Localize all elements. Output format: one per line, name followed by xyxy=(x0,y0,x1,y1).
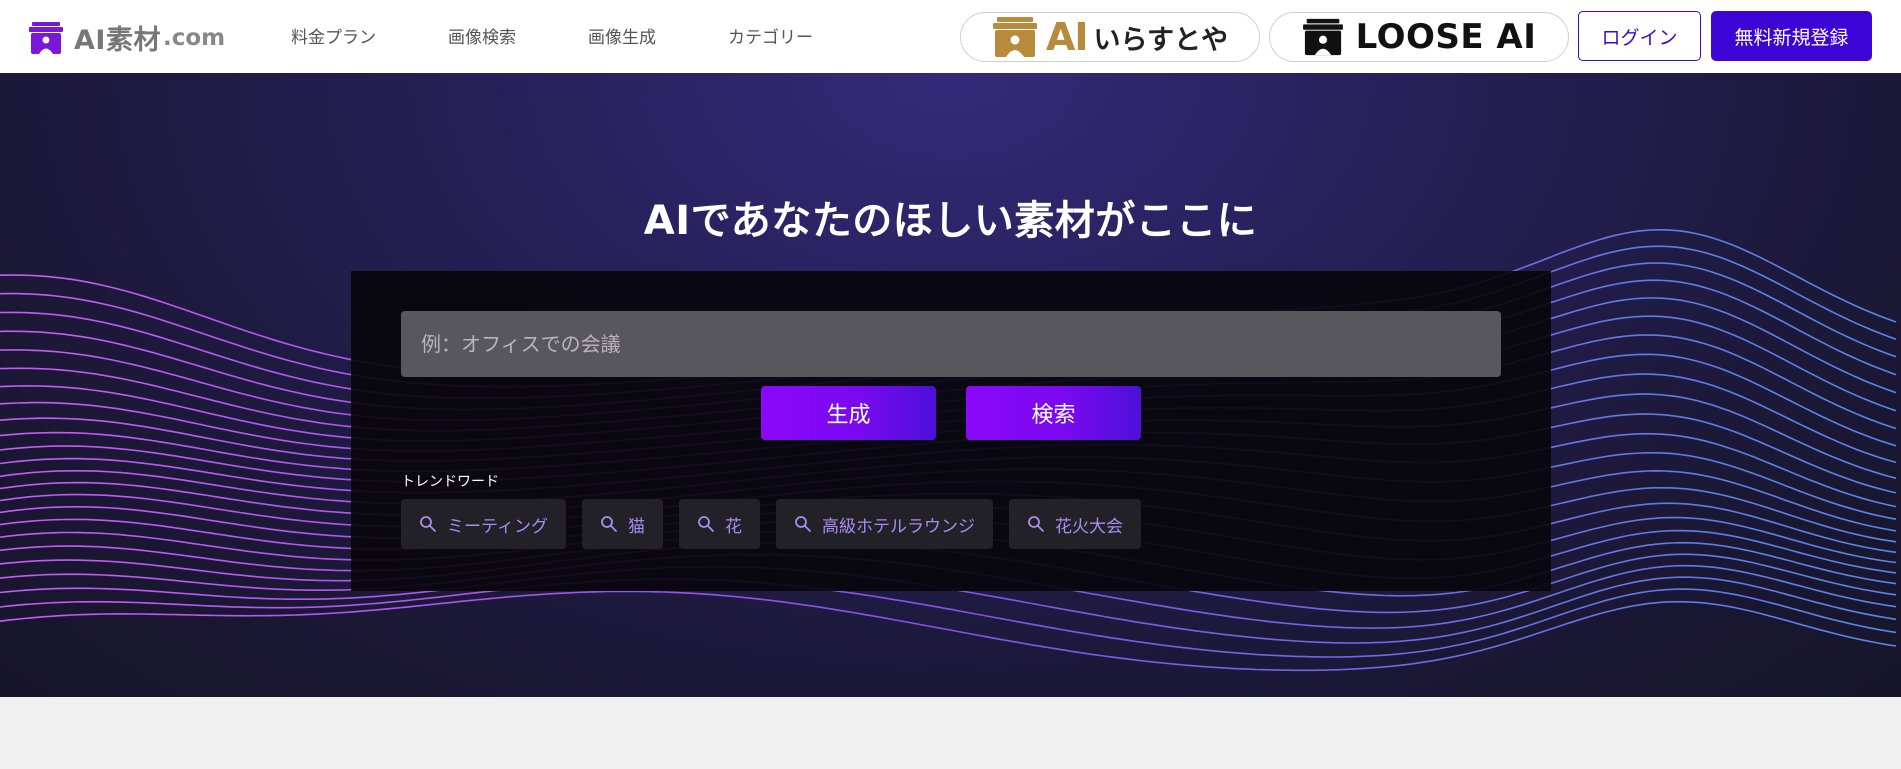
nav-image-generate[interactable]: 画像生成 xyxy=(588,23,656,48)
site-header: AI素材 .com 料金プラン 画像検索 画像生成 カテゴリー AI いらすとや… xyxy=(0,0,1901,73)
trend-tag[interactable]: 猫 xyxy=(581,499,663,549)
page-bottom-area xyxy=(0,697,1901,769)
irasutoya-shop-icon xyxy=(992,17,1037,57)
generate-button[interactable]: 生成 xyxy=(761,386,936,440)
search-panel: 生成 検索 トレンドワード ミーティング 猫 花 高級ホテルラウンジ 花火大 xyxy=(351,271,1551,591)
loose-ai-link[interactable]: LOOSE AI xyxy=(1269,12,1569,62)
search-input[interactable] xyxy=(401,311,1501,377)
search-icon xyxy=(698,516,714,532)
search-icon xyxy=(601,516,617,532)
nav-pricing[interactable]: 料金プラン xyxy=(291,23,376,48)
loose-ai-shop-icon xyxy=(1302,18,1343,56)
brand1-ai-text: AI xyxy=(1045,15,1089,59)
trend-tag-label: 花火大会 xyxy=(1054,516,1123,537)
trend-tag-label: 高級ホテルラウンジ xyxy=(821,516,975,537)
trend-tag[interactable]: 花火大会 xyxy=(1008,499,1141,549)
logo-suffix: .com xyxy=(162,24,226,51)
ai-irasutoya-link[interactable]: AI いらすとや xyxy=(960,12,1260,62)
trend-tag[interactable]: ミーティング xyxy=(401,499,566,549)
trend-words-label: トレンドワード xyxy=(401,474,499,490)
logo-icon xyxy=(29,21,63,54)
site-logo[interactable]: AI素材 .com xyxy=(28,18,225,57)
login-button[interactable]: ログイン xyxy=(1578,11,1701,61)
search-icon xyxy=(420,516,436,532)
signup-button[interactable]: 無料新規登録 xyxy=(1711,11,1872,61)
search-icon xyxy=(795,516,811,532)
hero-title: AIであなたのほしい素材がここに xyxy=(643,198,1258,244)
search-button[interactable]: 検索 xyxy=(966,386,1141,440)
wave-line xyxy=(0,590,1897,672)
trend-words-list: ミーティング 猫 花 高級ホテルラウンジ 花火大会 xyxy=(401,499,1157,549)
trend-tag-label: 猫 xyxy=(627,516,645,537)
nav-category[interactable]: カテゴリー xyxy=(728,23,813,48)
brand1-sub-text: いらすとや xyxy=(1093,24,1229,56)
brand2-text: LOOSE AI xyxy=(1355,17,1537,57)
trend-tag[interactable]: 花 xyxy=(678,499,760,549)
logo-text: AI素材 xyxy=(74,25,161,56)
nav-image-search[interactable]: 画像検索 xyxy=(448,23,516,48)
main-nav: 料金プラン 画像検索 画像生成 カテゴリー xyxy=(291,0,885,70)
trend-tag-label: 花 xyxy=(724,516,742,537)
search-icon xyxy=(1028,516,1044,532)
trend-tag[interactable]: 高級ホテルラウンジ xyxy=(775,499,993,549)
hero-section: AIであなたのほしい素材がここに 生成 検索 トレンドワード ミーティング 猫 … xyxy=(0,73,1901,697)
trend-tag-label: ミーティング xyxy=(447,516,548,537)
